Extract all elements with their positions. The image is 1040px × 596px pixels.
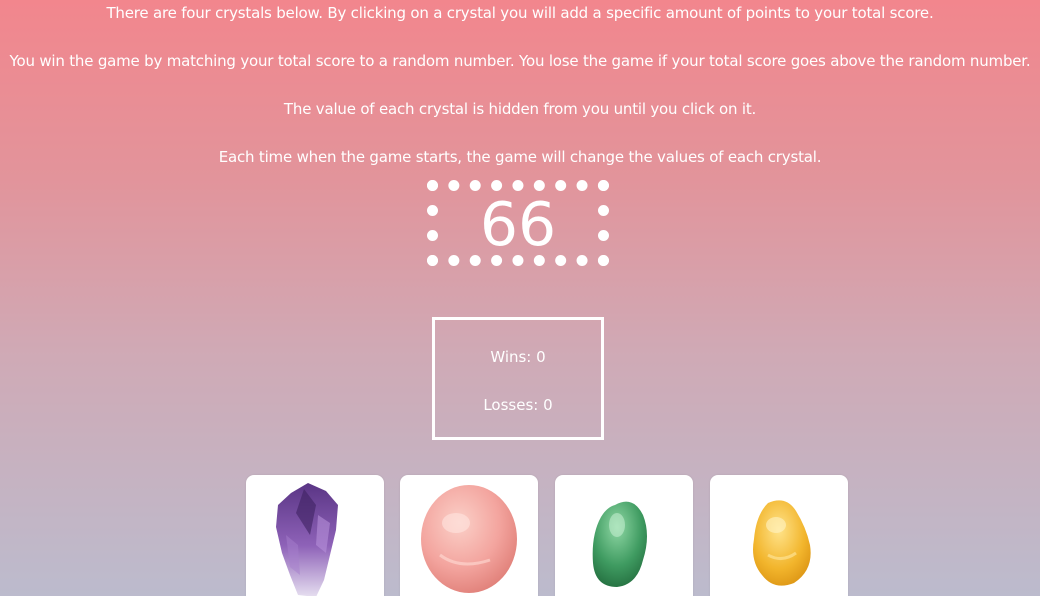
rose-quartz-crystal-icon — [421, 485, 517, 593]
amethyst-crystal-icon — [276, 483, 338, 596]
citrine-crystal-icon — [753, 500, 811, 586]
wins-counter: Wins: 0 — [490, 348, 546, 366]
instruction-line-3: The value of each crystal is hidden from… — [283, 100, 757, 118]
crystal-rose-quartz-button[interactable] — [400, 475, 538, 596]
score-box: Wins: 0 Losses: 0 — [432, 317, 604, 440]
target-number: 66 — [479, 190, 557, 260]
crystal-amethyst-button[interactable] — [246, 475, 384, 596]
green-aventurine-crystal-icon — [592, 501, 647, 587]
losses-counter: Losses: 0 — [483, 396, 553, 414]
instruction-line-2: You win the game by matching your total … — [9, 52, 1031, 70]
target-number-box: 66 — [427, 180, 609, 266]
crystal-citrine-button[interactable] — [710, 475, 848, 596]
crystal-green-aventurine-button[interactable] — [555, 475, 693, 596]
instruction-line-1: There are four crystals below. By clicki… — [106, 4, 934, 22]
instruction-line-4: Each time when the game starts, the game… — [218, 148, 822, 166]
